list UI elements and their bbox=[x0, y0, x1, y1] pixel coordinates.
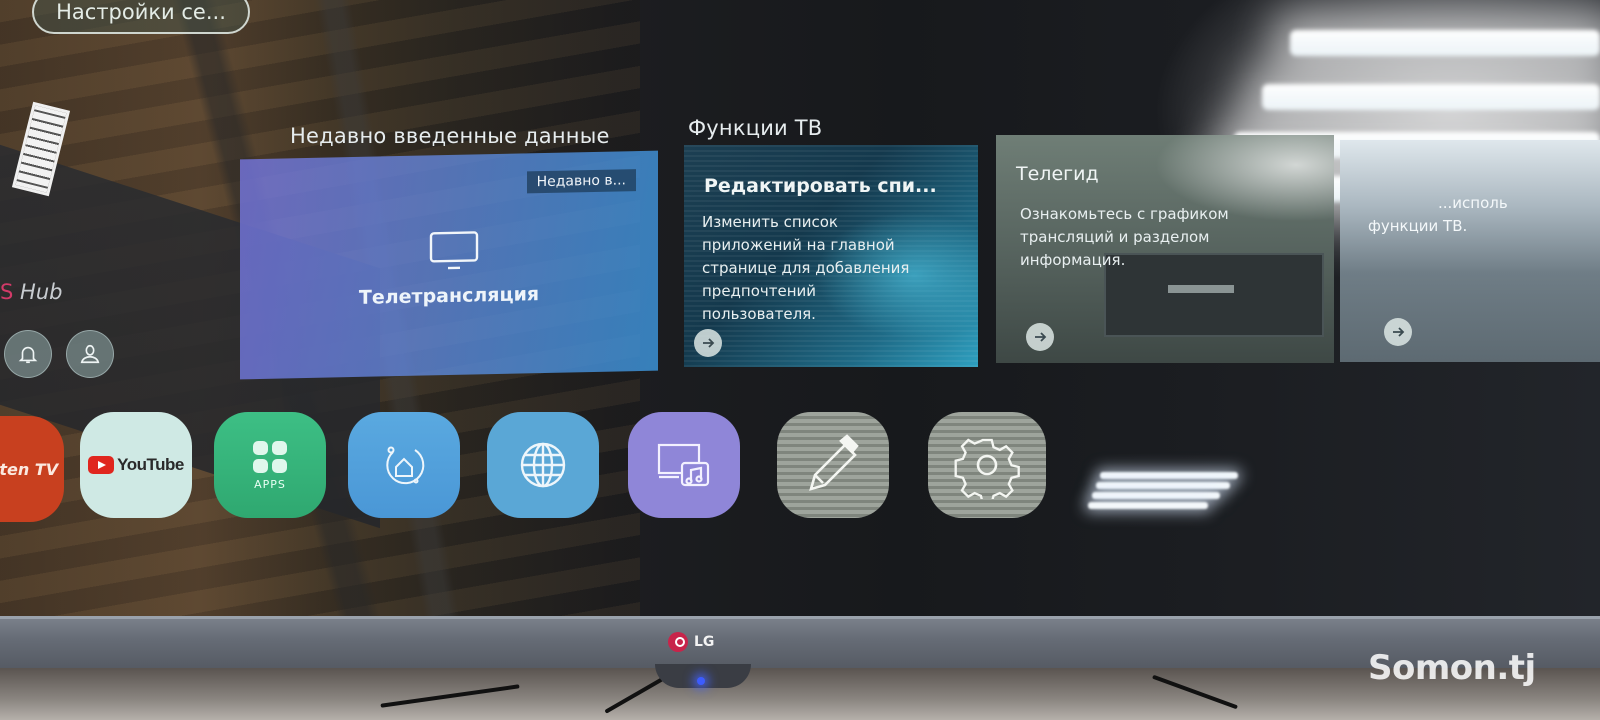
rakuten-tv-logo: uten TV bbox=[0, 459, 59, 479]
floor-light-reflection bbox=[1092, 492, 1220, 499]
card-description-line: Изменить список bbox=[702, 213, 838, 231]
apps-label: APPS bbox=[254, 477, 286, 491]
tv-icon bbox=[429, 231, 479, 270]
power-led-indicator bbox=[697, 677, 705, 685]
card-description-line: пользователя. bbox=[702, 305, 816, 323]
profile-button[interactable] bbox=[66, 330, 114, 378]
notifications-button[interactable] bbox=[4, 330, 52, 378]
ceiling-light bbox=[1290, 30, 1600, 56]
hub-logo-text: Hub bbox=[20, 280, 63, 304]
floor-light-reflection bbox=[1096, 482, 1230, 489]
tv-function-card-more[interactable]: ...исполь функции ТВ. bbox=[1340, 140, 1600, 362]
ceiling-light bbox=[1262, 84, 1600, 110]
settings-pill-button[interactable]: Настройки се... bbox=[32, 0, 250, 34]
card-title: Редактировать спи... bbox=[704, 175, 937, 197]
floor-light-reflection bbox=[1088, 502, 1208, 509]
youtube-logo: YouTube bbox=[88, 455, 184, 475]
apps-grid-icon bbox=[253, 440, 287, 473]
card-open-button[interactable] bbox=[1026, 323, 1054, 351]
card-open-button[interactable] bbox=[694, 329, 722, 357]
floor bbox=[0, 668, 1600, 720]
card-description-line: функции ТВ. bbox=[1368, 217, 1468, 235]
tv-functions-section-title: Функции ТВ bbox=[688, 116, 823, 140]
arrow-right-icon bbox=[1393, 327, 1405, 337]
youtube-play-icon bbox=[88, 456, 115, 474]
app-tile-settings[interactable] bbox=[928, 412, 1046, 518]
recent-card-broadcast[interactable]: Недавно в... Телетрансляция bbox=[240, 150, 658, 380]
app-tile-edit[interactable] bbox=[777, 412, 889, 518]
pencil-icon bbox=[809, 434, 859, 491]
youtube-wordmark: YouTube bbox=[117, 455, 184, 474]
floor-light-reflection bbox=[1100, 472, 1238, 479]
globe-icon bbox=[520, 442, 566, 488]
brand-name: LG bbox=[694, 634, 715, 650]
arrow-right-icon bbox=[703, 338, 715, 348]
hub-logo: S Hub bbox=[0, 280, 62, 304]
card-description-line: информация. bbox=[1020, 251, 1126, 269]
settings-pill-label: Настройки се... bbox=[56, 0, 226, 24]
card-description: Ознакомьтесь с графиком трансляций и раз… bbox=[1020, 203, 1229, 272]
card-open-button[interactable] bbox=[1384, 318, 1412, 346]
recent-section-title: Недавно введенные данные bbox=[290, 124, 610, 148]
card-description-line: приложений на главной bbox=[702, 236, 895, 254]
card-description: ...исполь функции ТВ. bbox=[1368, 192, 1508, 238]
tv-function-card-tv-guide[interactable]: Телегид Ознакомьтесь с графиком трансляц… bbox=[996, 135, 1334, 363]
home-sync-icon bbox=[386, 446, 425, 485]
app-tile-media-player[interactable] bbox=[628, 412, 740, 518]
card-description-line: ...исполь bbox=[1438, 194, 1508, 212]
recent-item-label: Телетрансляция bbox=[358, 283, 540, 309]
recent-badge: Недавно в... bbox=[526, 169, 636, 194]
app-tile-web-browser[interactable] bbox=[487, 412, 599, 518]
card-description-line: предпочтений bbox=[702, 282, 817, 300]
lg-logo-icon bbox=[668, 632, 688, 652]
card-description-line: Ознакомьтесь с графиком bbox=[1020, 205, 1229, 223]
app-tile-apps[interactable]: APPS bbox=[214, 412, 326, 518]
card-description-line: трансляций и разделом bbox=[1020, 228, 1210, 246]
card-description: Изменить список приложений на главной ст… bbox=[702, 211, 909, 326]
card-title: Телегид bbox=[1016, 163, 1099, 185]
app-tile-youtube[interactable]: YouTube bbox=[80, 412, 192, 518]
watermark: Somon.tj bbox=[1368, 648, 1536, 688]
gear-icon bbox=[954, 438, 1020, 499]
bell-icon bbox=[18, 346, 38, 364]
card-description-line: странице для добавления bbox=[702, 259, 910, 277]
app-tile-home-dashboard[interactable] bbox=[348, 412, 460, 518]
brand-logo: LG bbox=[668, 632, 714, 652]
user-icon bbox=[80, 344, 100, 364]
arrow-right-icon bbox=[1035, 332, 1047, 342]
tv-function-card-edit-list[interactable]: Редактировать спи... Изменить список при… bbox=[684, 145, 978, 367]
media-music-icon bbox=[657, 443, 710, 487]
app-tile-rakuten-tv[interactable]: uten TV bbox=[0, 416, 64, 522]
hub-logo-prefix: S bbox=[0, 280, 14, 304]
tv-bezel bbox=[0, 616, 1600, 668]
